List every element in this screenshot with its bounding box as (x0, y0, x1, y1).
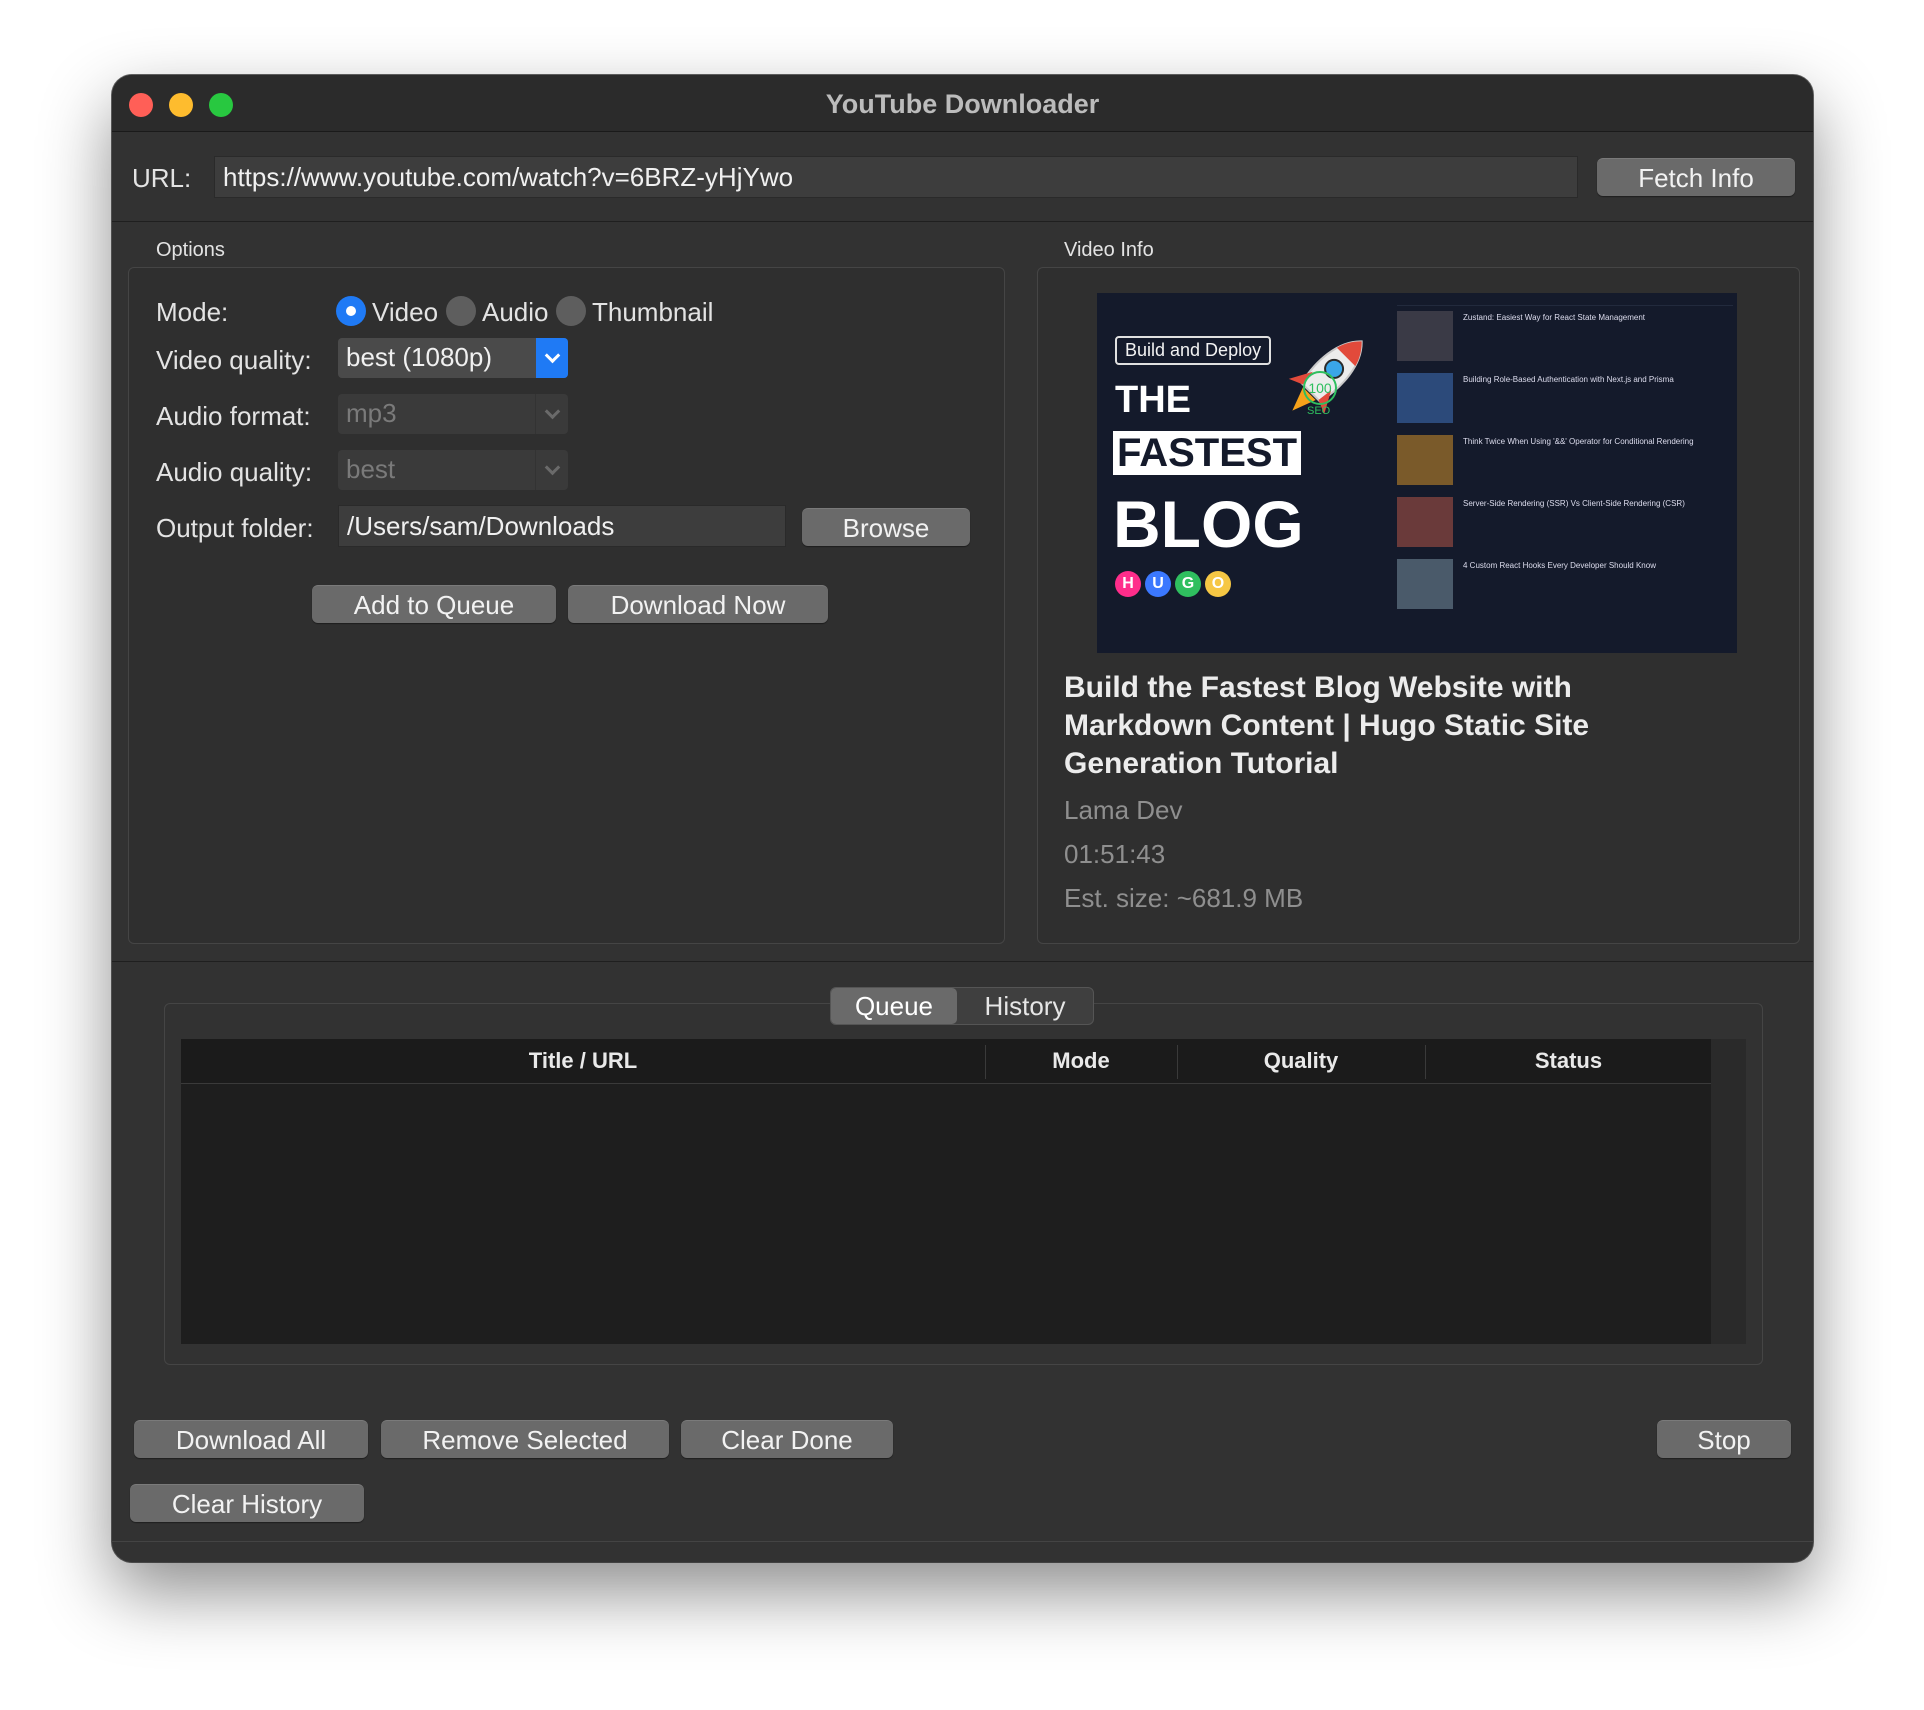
browse-button[interactable]: Browse (802, 508, 970, 546)
mini-post-title: Building Role-Based Authentication with … (1463, 375, 1674, 384)
thumbnail-line-3: BLOG (1113, 487, 1304, 561)
thumbnail-line-1: THE (1115, 379, 1191, 421)
column-header-mode[interactable]: Mode (986, 1039, 1176, 1083)
video-quality-label: Video quality: (156, 345, 312, 375)
audio-quality-select: best (338, 450, 568, 490)
column-header-title[interactable]: Title / URL (181, 1039, 985, 1083)
download-now-button[interactable]: Download Now (568, 585, 828, 623)
mini-post: 4 Custom React Hooks Every Developer Sho… (1397, 559, 1733, 621)
clear-history-button[interactable]: Clear History (130, 1484, 364, 1522)
video-info-group-title: Video Info (1064, 239, 1154, 261)
mini-post-thumb (1397, 373, 1453, 423)
thumbnail-line-2: FASTEST (1113, 431, 1302, 475)
queue-table-header: Title / URL Mode Quality Status (181, 1039, 1711, 1084)
audio-format-select: mp3 (338, 394, 568, 434)
video-estimated-size: Est. size: ~681.9 MB (1064, 883, 1304, 913)
column-header-status[interactable]: Status (1426, 1039, 1711, 1083)
audio-format-value: mp3 (346, 398, 397, 428)
mode-video-radio[interactable] (336, 296, 366, 326)
queue-table-scrollbar[interactable] (1711, 1039, 1746, 1344)
seo-score-badge: 100 (1303, 371, 1337, 405)
url-label: URL: (132, 163, 192, 193)
column-header-quality[interactable]: Quality (1178, 1039, 1424, 1083)
chevron-down-icon (536, 338, 568, 378)
download-all-button[interactable]: Download All (134, 1420, 368, 1458)
audio-quality-label: Audio quality: (156, 457, 313, 487)
mode-audio-radio[interactable] (446, 296, 476, 326)
queue-table[interactable]: Title / URL Mode Quality Status (181, 1039, 1746, 1344)
app-window: YouTube Downloader URL: https://www.yout… (112, 75, 1813, 1562)
mini-post-thumb (1397, 497, 1453, 547)
mini-post-thumb (1397, 435, 1453, 485)
video-title: Build the Fastest Blog Website with Mark… (1064, 671, 1590, 780)
mini-post: Building Role-Based Authentication with … (1397, 373, 1733, 435)
mini-post: Server-Side Rendering (SSR) Vs Client-Si… (1397, 497, 1733, 559)
add-to-queue-button[interactable]: Add to Queue (312, 585, 556, 623)
stop-button[interactable]: Stop (1657, 1420, 1791, 1458)
chevron-down-icon (535, 394, 568, 434)
options-group-title: Options (156, 239, 225, 261)
tab-queue[interactable]: Queue (831, 988, 957, 1024)
mode-thumbnail-radio[interactable] (556, 296, 586, 326)
bottom-divider (112, 1541, 1813, 1542)
mini-post-thumb (1397, 311, 1453, 361)
clear-done-button[interactable]: Clear Done (681, 1420, 893, 1458)
queue-tab-panel: Title / URL Mode Quality Status (164, 1003, 1763, 1365)
output-folder-label: Output folder: (156, 513, 314, 543)
mini-post-title: Zustand: Easiest Way for React State Man… (1463, 313, 1646, 322)
mode-audio-label[interactable]: Audio (482, 297, 549, 328)
mini-post-list: Zustand: Easiest Way for React State Man… (1397, 311, 1733, 621)
chevron-down-icon (535, 450, 568, 490)
window-title: YouTube Downloader (825, 89, 1100, 119)
mode-label: Mode: (156, 297, 229, 327)
thumbnail-badge: Build and Deploy (1115, 336, 1272, 365)
hugo-letter: H (1115, 571, 1141, 597)
hugo-letter: U (1145, 571, 1171, 597)
mini-nav (1397, 297, 1733, 306)
video-quality-value: best (1080p) (346, 342, 492, 372)
queue-history-tabs: Queue History (830, 987, 1094, 1025)
mini-post-title: Think Twice When Using '&&' Operator for… (1463, 437, 1694, 446)
remove-selected-button[interactable]: Remove Selected (381, 1420, 669, 1458)
hugo-letter: O (1205, 571, 1231, 597)
divider (112, 961, 1813, 962)
title-bar: YouTube Downloader (112, 75, 1813, 132)
seo-label: SEO (1307, 405, 1331, 417)
mini-post-title: 4 Custom React Hooks Every Developer Sho… (1463, 561, 1656, 570)
video-thumbnail: Build and Deploy THE FASTEST BLOG H U G … (1097, 293, 1737, 653)
fetch-info-button[interactable]: Fetch Info (1597, 158, 1795, 196)
video-channel: Lama Dev (1064, 795, 1183, 825)
audio-quality-value: best (346, 454, 396, 484)
tab-history[interactable]: History (957, 988, 1093, 1024)
hugo-logo: H U G O (1115, 571, 1231, 597)
hugo-letter: G (1175, 571, 1201, 597)
mode-thumbnail-label[interactable]: Thumbnail (592, 297, 713, 328)
mini-post-thumb (1397, 559, 1453, 609)
mini-post: Think Twice When Using '&&' Operator for… (1397, 435, 1733, 497)
video-duration: 01:51:43 (1064, 839, 1166, 869)
audio-format-label: Audio format: (156, 401, 311, 431)
mini-post-title: Server-Side Rendering (SSR) Vs Client-Si… (1463, 499, 1685, 508)
video-quality-select[interactable]: best (1080p) (338, 338, 568, 378)
divider (112, 221, 1813, 222)
mode-video-label[interactable]: Video (372, 297, 438, 328)
mini-post: Zustand: Easiest Way for React State Man… (1397, 311, 1733, 373)
output-folder-input[interactable]: /Users/sam/Downloads (338, 505, 786, 547)
url-input[interactable]: https://www.youtube.com/watch?v=6BRZ-yHj… (214, 156, 1578, 198)
